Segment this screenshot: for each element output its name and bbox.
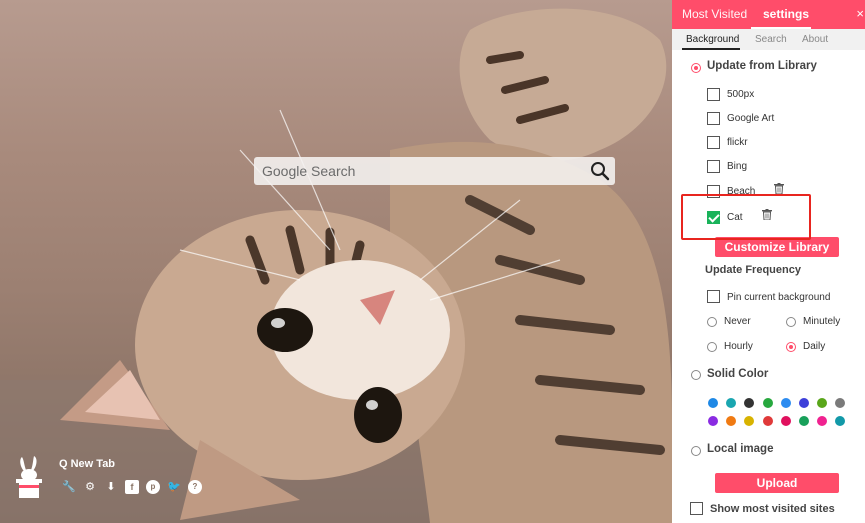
color-swatch[interactable] [799,398,809,408]
subtab-background[interactable]: Background [686,34,739,45]
frequency-daily-radio[interactable] [786,342,796,352]
tab-most-visited[interactable]: Most Visited [682,7,747,21]
frequency-never-label: Never [724,316,751,327]
search-icon[interactable] [590,161,610,181]
update-from-library-heading: Update from Library [707,60,817,72]
upload-button[interactable]: Upload [715,473,839,493]
settings-subtabs: Background Search About [672,29,865,50]
subtab-about[interactable]: About [802,34,828,45]
cat-photo [0,8,672,523]
library-flickr-checkbox[interactable] [707,136,720,149]
bunny-hat-logo-icon[interactable] [14,455,44,499]
frequency-minutely-radio[interactable] [786,317,796,327]
color-swatch[interactable] [708,416,718,426]
color-swatch[interactable] [726,398,737,408]
color-swatch[interactable] [780,398,791,408]
customize-library-button[interactable]: Customize Library [715,237,839,257]
search-input[interactable] [254,157,584,185]
active-subtab-indicator [682,48,740,50]
download-icon[interactable]: ⬇ [104,480,118,494]
background-photo [0,0,672,523]
color-swatch[interactable] [799,416,809,426]
search-bar[interactable] [254,157,615,185]
color-swatch[interactable] [835,416,846,426]
library-500px-checkbox[interactable] [707,88,720,101]
help-icon[interactable]: ? [188,480,202,494]
facebook-icon[interactable]: f [125,480,139,494]
settings-panel: Most Visited settings × Background Searc… [672,0,865,523]
color-swatch[interactable] [744,398,755,408]
local-image-heading: Local image [707,443,774,455]
library-google-art-checkbox[interactable] [707,112,720,125]
local-image-radio[interactable] [691,446,701,456]
solid-color-radio[interactable] [691,370,701,380]
gear-icon[interactable]: ⚙ [83,480,97,494]
color-swatch[interactable] [744,416,755,426]
library-bing-checkbox[interactable] [707,160,720,173]
frequency-daily-label: Daily [803,341,826,352]
social-icon-row: 🔧 ⚙ ⬇ f p 🐦 ? [62,480,202,494]
frequency-minutely-label: Minutely [803,316,841,327]
color-swatch[interactable] [817,416,828,426]
delete-beach-trash-icon[interactable] [774,183,784,194]
update-frequency-heading: Update Frequency [705,264,801,276]
tab-settings[interactable]: settings [763,7,809,21]
color-swatch[interactable] [762,398,773,408]
pin-background-label: Pin current background [727,292,831,303]
frequency-hourly-radio[interactable] [707,342,717,352]
color-swatch[interactable] [708,398,718,408]
annotation-highlight-box [681,194,811,240]
frequency-hourly-label: Hourly [724,341,753,352]
solid-color-heading: Solid Color [707,368,769,380]
update-from-library-radio[interactable] [691,63,701,73]
color-swatch[interactable] [835,398,846,408]
panel-tab-bar: Most Visited settings × [672,0,865,29]
pinterest-icon[interactable]: p [146,480,160,494]
show-most-visited-checkbox[interactable] [690,502,703,515]
brand-area: Q New Tab 🔧 ⚙ ⬇ f p 🐦 ? [14,455,214,505]
show-most-visited-label: Show most visited sites [710,503,835,515]
subtab-search[interactable]: Search [755,34,787,45]
library-bing-label: Bing [727,161,748,172]
color-swatch[interactable] [817,398,828,408]
frequency-never-radio[interactable] [707,317,717,327]
app-name: Q New Tab [59,458,116,470]
close-icon[interactable]: × [856,6,864,21]
wrench-icon[interactable]: 🔧 [62,480,76,494]
color-swatch[interactable] [762,416,773,426]
color-swatch[interactable] [780,416,791,426]
pin-background-checkbox[interactable] [707,290,720,303]
library-google-art-label: Google Art [727,113,775,124]
library-500px-label: 500px [727,89,755,100]
twitter-icon[interactable]: 🐦 [167,480,181,494]
color-swatch[interactable] [726,416,737,426]
library-flickr-label: flickr [727,137,748,148]
